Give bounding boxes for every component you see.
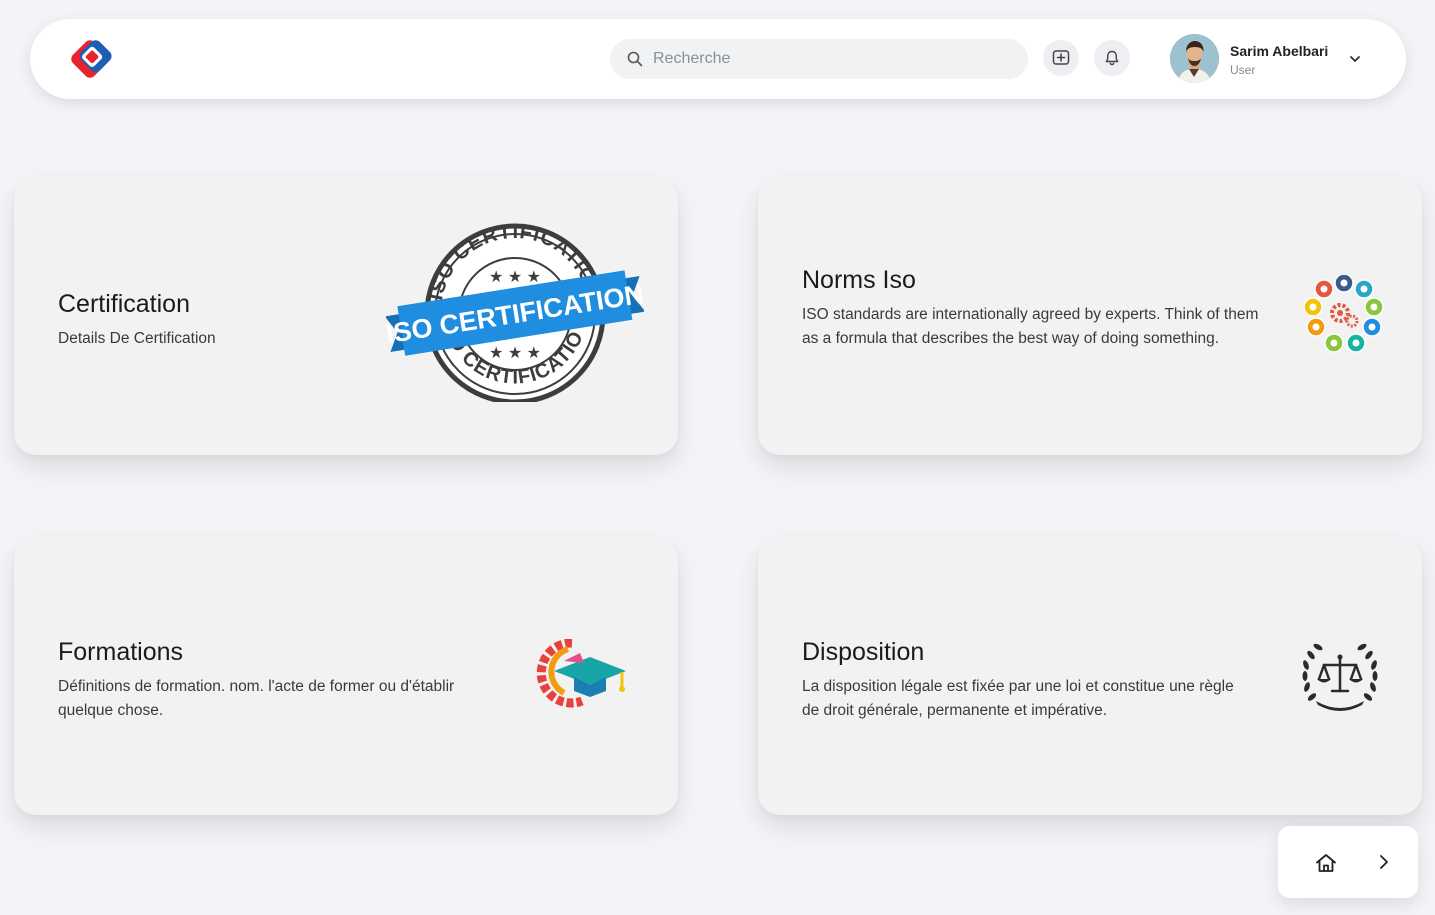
card-formations[interactable]: Formations Définitions de formation. nom… <box>14 537 678 815</box>
app-logo[interactable] <box>67 36 113 82</box>
notifications-button[interactable] <box>1094 40 1130 76</box>
graduation-gear-icon <box>536 639 626 708</box>
search-input[interactable] <box>653 50 993 68</box>
card-title: Norms Iso <box>802 266 916 294</box>
bell-icon <box>1105 50 1119 66</box>
add-button[interactable] <box>1043 40 1079 76</box>
card-title: Certification <box>58 290 190 318</box>
floating-nav <box>1278 826 1418 898</box>
card-description: La disposition légale est fixée par une … <box>802 678 1234 719</box>
svg-text:★ ★ ★: ★ ★ ★ <box>489 345 541 362</box>
top-bar: Sarim Abelbari User <box>30 19 1406 99</box>
chevron-right-icon[interactable] <box>1375 853 1393 871</box>
add-square-icon <box>1052 50 1070 65</box>
chevron-down-icon[interactable] <box>1348 52 1362 66</box>
card-description: Details De Certification <box>58 330 216 347</box>
search-bar[interactable] <box>610 39 1028 79</box>
avatar[interactable] <box>1170 34 1219 83</box>
card-disposition[interactable]: Disposition La disposition légale est fi… <box>758 537 1422 815</box>
search-icon <box>627 51 643 67</box>
user-role: User <box>1230 63 1256 77</box>
card-title: Formations <box>58 638 184 666</box>
card-title: Disposition <box>802 638 925 666</box>
svg-text:★ ★ ★: ★ ★ ★ <box>489 269 541 286</box>
card-description: ISO standards are internationally agreed… <box>802 306 1259 347</box>
card-norms-iso[interactable]: Norms Iso ISO standards are internationa… <box>758 177 1422 455</box>
user-name[interactable]: Sarim Abelbari <box>1230 43 1328 59</box>
justice-scales-laurel-icon <box>1302 643 1378 711</box>
card-description: Définitions de formation. nom. l'acte de… <box>58 678 455 719</box>
iso-certification-stamp-icon: ISO CERTIFICATION ISO CERTIFICATION ★ ★ … <box>386 222 644 402</box>
gears-cycle-icon <box>1304 275 1384 353</box>
card-certification[interactable]: Certification Details De Certification I… <box>14 177 678 455</box>
home-icon[interactable] <box>1314 851 1338 875</box>
